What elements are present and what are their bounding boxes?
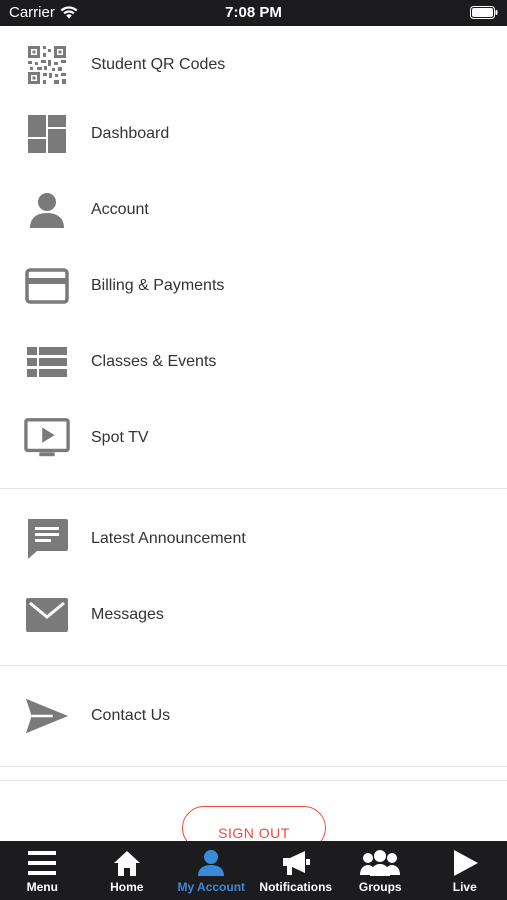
menu-item-dashboard[interactable]: Dashboard (0, 104, 507, 164)
play-icon (451, 845, 479, 877)
menu-item-label: Contact Us (91, 707, 171, 724)
status-time: 7:08 PM (225, 4, 282, 21)
menu-divider (0, 665, 507, 666)
megaphone-icon (281, 845, 311, 877)
tab-label: Live (452, 880, 477, 894)
menu-item-label: Account (91, 201, 149, 218)
credit-card-icon (24, 263, 70, 309)
menu-item-spot-tv[interactable]: Spot TV (0, 408, 507, 468)
group-icon (360, 845, 401, 877)
person-icon (24, 187, 70, 233)
menu-item-label: Messages (91, 606, 164, 623)
tab-my-account[interactable]: My Account (169, 841, 254, 900)
list-icon (24, 339, 70, 385)
menu-divider (0, 488, 507, 489)
menu-item-classes-events[interactable]: Classes & Events (0, 332, 507, 392)
tab-label: Home (110, 880, 144, 894)
menu-item-contact-us[interactable]: Contact Us (0, 686, 507, 746)
status-bar: Carrier 7:08 PM (0, 0, 507, 26)
menu-item-messages[interactable]: Messages (0, 585, 507, 645)
menu-item-label: Classes & Events (91, 353, 217, 370)
menu-item-label: Billing & Payments (91, 277, 225, 294)
home-icon (113, 845, 141, 877)
tab-label: Notifications (259, 880, 333, 894)
menu-item-label: Latest Announcement (91, 530, 246, 547)
envelope-icon (24, 592, 70, 638)
person-icon (197, 845, 225, 877)
tab-live[interactable]: Live (423, 841, 507, 900)
menu-item-billing-payments[interactable]: Billing & Payments (0, 256, 507, 316)
tab-notifications[interactable]: Notifications (254, 841, 339, 900)
menu-item-label: Spot TV (91, 429, 149, 446)
tab-groups[interactable]: Groups (338, 841, 423, 900)
qr-code-icon (24, 42, 70, 88)
dashboard-icon (24, 111, 70, 157)
tab-home[interactable]: Home (85, 841, 170, 900)
tab-label: Groups (358, 880, 402, 894)
menu-divider (0, 780, 507, 781)
menu-item-label: Dashboard (91, 125, 170, 142)
hamburger-icon (27, 845, 57, 877)
menu-item-label: Student QR Codes (91, 56, 226, 73)
tv-play-icon (24, 415, 70, 461)
battery-icon (470, 6, 498, 19)
menu-item-account[interactable]: Account (0, 180, 507, 240)
chat-bubble-icon (24, 516, 70, 562)
tab-label: Menu (26, 880, 58, 894)
menu-divider (0, 766, 507, 767)
menu-item-latest-announcement[interactable]: Latest Announcement (0, 509, 507, 569)
tab-menu[interactable]: Menu (0, 841, 85, 900)
tab-label: My Account (177, 880, 246, 894)
menu-item-student-qr-codes[interactable]: Student QR Codes (0, 35, 507, 95)
send-icon (24, 693, 70, 739)
tab-bar: Menu Home My Account Notifications Group… (0, 841, 507, 900)
